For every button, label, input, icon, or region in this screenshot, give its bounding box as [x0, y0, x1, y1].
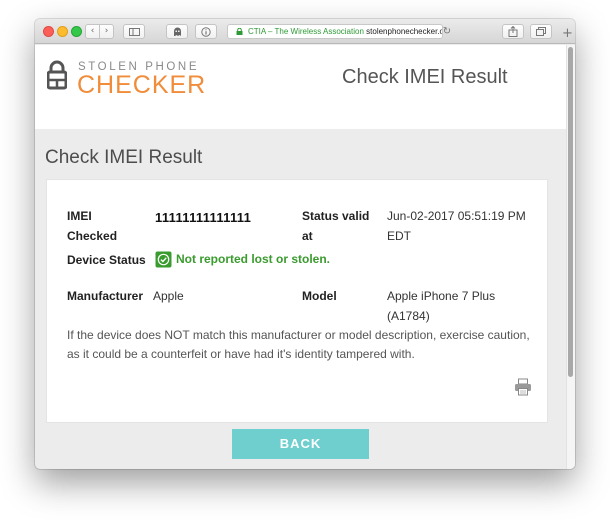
url-text: stolenphonechecker.org [366, 27, 443, 36]
device-status-label: Device Status [67, 253, 146, 267]
sidebar-icon [128, 28, 140, 36]
close-window-button[interactable] [43, 26, 54, 37]
manufacturer-label: Manufacturer [67, 289, 144, 303]
status-valid-label: Status valid at [302, 209, 370, 243]
lock-icon [236, 28, 243, 35]
tab-overview-button[interactable] [530, 24, 552, 39]
padlock-logo-icon [47, 60, 67, 90]
new-tab-plus-icon[interactable]: + [560, 26, 575, 44]
imei-value: 11111111111111 [155, 210, 252, 225]
minimize-window-button[interactable] [57, 26, 68, 37]
logo-wordmark-main: CHECKER [77, 71, 207, 99]
scrollbar-thumb[interactable] [568, 47, 573, 377]
address-bar[interactable]: CTIA – The Wireless Association stolenph… [227, 24, 443, 39]
info-circle-icon [201, 27, 211, 37]
browser-toolbar: ‹ › CTIA – The Wireless Association stol… [35, 19, 575, 44]
chevron-left-icon: ‹ [90, 26, 95, 36]
model-label: Model [302, 289, 337, 303]
header-title: Check IMEI Result [342, 66, 508, 88]
maximize-window-button[interactable] [71, 26, 82, 37]
device-status: Not reported lost or stolen. [155, 249, 330, 269]
model-value: Apple iPhone 7 Plus (A1784) [387, 289, 496, 323]
chevron-right-icon: › [104, 26, 109, 36]
share-icon [508, 25, 518, 37]
back-nav-button[interactable]: ‹ [85, 24, 100, 39]
device-status-value: Not reported lost or stolen. [176, 252, 331, 266]
printer-icon[interactable] [514, 378, 532, 396]
result-card: IMEI Checked 11111111111111 Status valid… [46, 179, 548, 423]
sidebar-toggle-button[interactable] [123, 24, 145, 39]
site-header: STOLEN PHONE CHECKER Check IMEI Result [35, 45, 566, 129]
share-button[interactable] [502, 24, 524, 39]
site-identity-label: CTIA – The Wireless Association [248, 27, 364, 36]
manufacturer-value: Apple [153, 289, 184, 303]
ghostery-extension-button[interactable] [166, 24, 188, 39]
check-circle-icon [155, 251, 172, 267]
browser-window: ‹ › CTIA – The Wireless Association stol… [35, 19, 575, 469]
back-button[interactable]: BACK [232, 429, 369, 459]
status-valid-value: Jun-02-2017 05:51:19 PM EDT [387, 209, 526, 243]
forward-nav-button[interactable]: › [99, 24, 114, 39]
page-title: Check IMEI Result [45, 147, 203, 168]
ghost-icon [173, 27, 181, 36]
reload-icon[interactable]: ↻ [440, 24, 454, 39]
privacy-extension-button[interactable] [195, 24, 217, 39]
imei-label: IMEI Checked [67, 209, 118, 243]
mismatch-warning-note: If the device does NOT match this manufa… [67, 328, 530, 361]
tab-overview-icon [536, 27, 546, 36]
